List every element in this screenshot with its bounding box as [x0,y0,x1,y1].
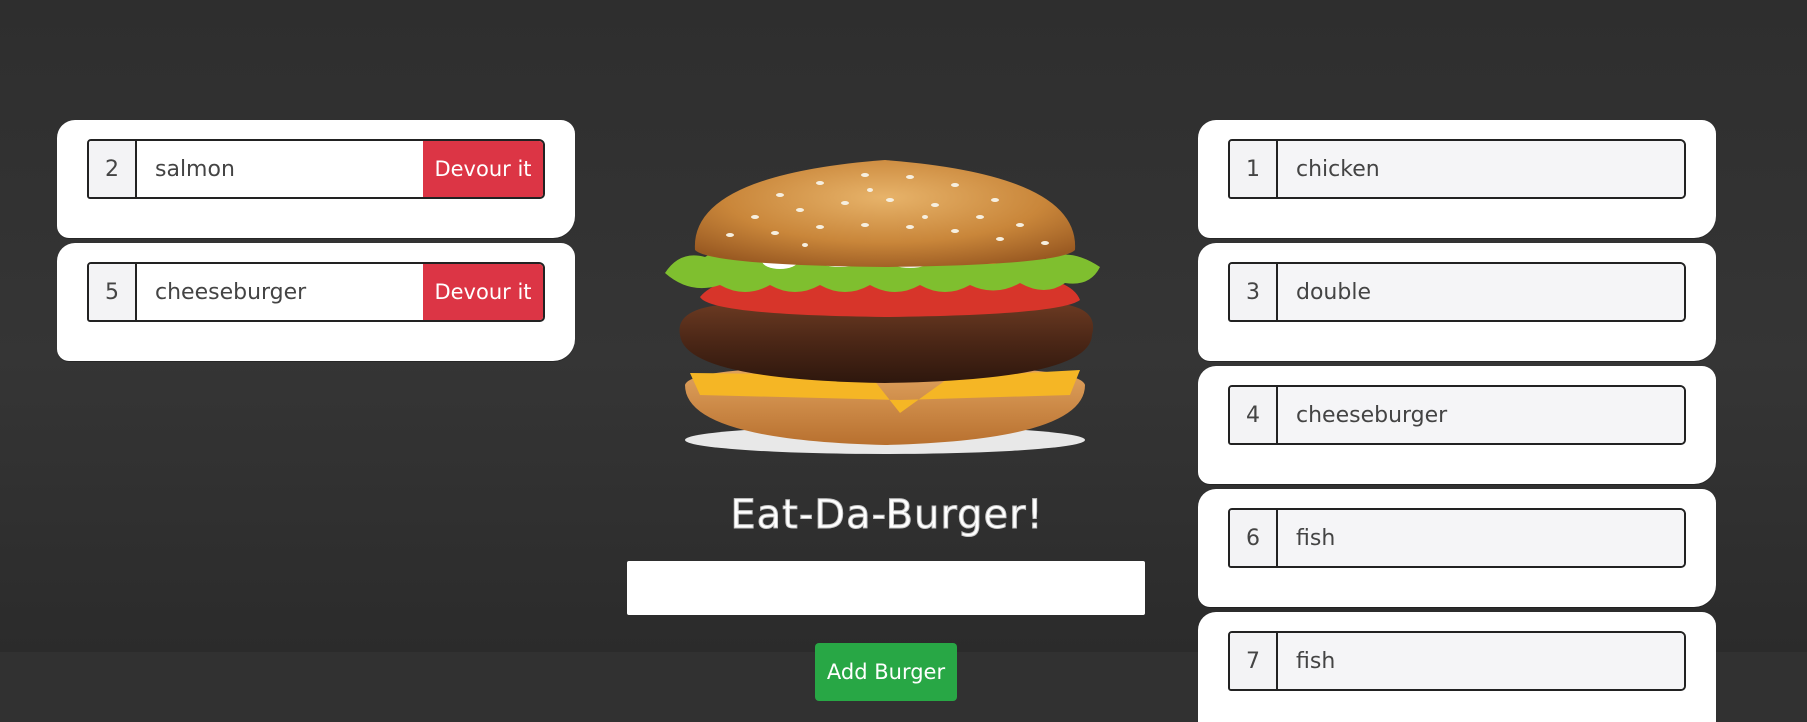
burger-id: 1 [1230,141,1278,197]
burger-name: chicken [1278,141,1684,197]
burger-row: 6 fish [1228,508,1686,568]
burger-id: 5 [89,264,137,320]
burger-name-input[interactable] [627,561,1145,615]
burger-id: 2 [89,141,137,197]
burger-row: 5 cheeseburger Devour it [87,262,545,322]
devour-button[interactable]: Devour it [423,141,543,197]
devoured-card: 6 fish [1198,489,1716,607]
devoured-card: 4 cheeseburger [1198,366,1716,484]
devoured-card: 3 double [1198,243,1716,361]
devour-button[interactable]: Devour it [423,264,543,320]
burger-row: 4 cheeseburger [1228,385,1686,445]
page-title: Eat-Da-Burger! [730,492,1044,539]
burger-row: 3 double [1228,262,1686,322]
burger-name: fish [1278,510,1684,566]
burger-name: fish [1278,633,1684,689]
burger-image [665,160,1100,454]
burger-name: double [1278,264,1684,320]
burger-row: 2 salmon Devour it [87,139,545,199]
uneaten-card: 2 salmon Devour it [57,120,575,238]
burger-name: salmon [137,141,423,197]
burger-row: 7 fish [1228,631,1686,691]
devoured-card: 1 chicken [1198,120,1716,238]
burger-id: 4 [1230,387,1278,443]
burger-row: 1 chicken [1228,139,1686,199]
burger-id: 6 [1230,510,1278,566]
burger-name: cheeseburger [1278,387,1684,443]
uneaten-card: 5 cheeseburger Devour it [57,243,575,361]
burger-id: 7 [1230,633,1278,689]
burger-name: cheeseburger [137,264,423,320]
add-burger-button[interactable]: Add Burger [815,643,957,701]
burger-id: 3 [1230,264,1278,320]
devoured-card: 7 fish [1198,612,1716,722]
